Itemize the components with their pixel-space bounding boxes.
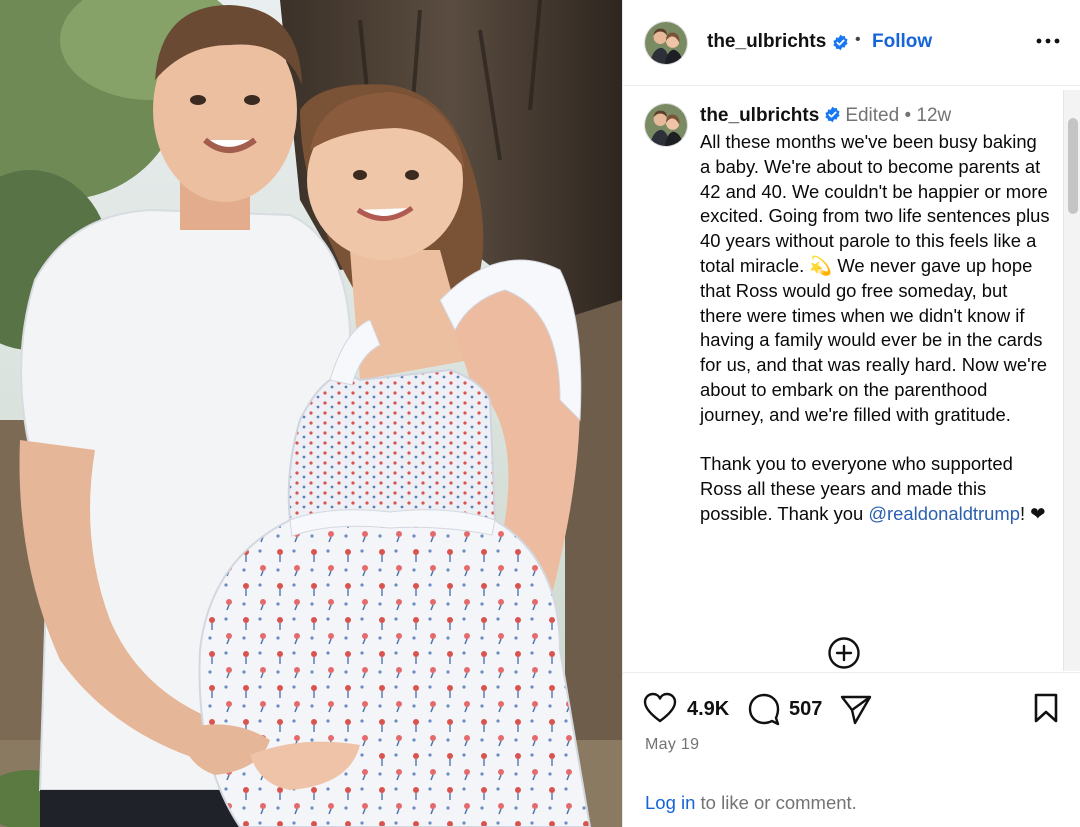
username[interactable]: the_ulbrichts <box>707 31 826 53</box>
couple-photo-illustration <box>0 0 622 827</box>
caption-paragraph-1: All these months we've been busy baking … <box>700 131 1050 425</box>
follow-button[interactable]: Follow <box>872 31 932 53</box>
action-bar: 4.9K 507 May 19 Log in to like or commen… <box>623 672 1080 827</box>
post-side-panel: the_ulbrichts • Follow the_ulbrichts Edi… <box>622 0 1080 827</box>
more-options-icon[interactable] <box>1035 32 1061 50</box>
plus-circle-icon[interactable] <box>827 636 861 670</box>
speech-bubble-icon[interactable] <box>747 692 781 726</box>
comment-count[interactable]: 507 <box>789 698 822 721</box>
caption-avatar[interactable] <box>644 103 688 147</box>
verified-badge-icon <box>825 106 840 123</box>
mention-link[interactable]: @realdonaldtrump <box>868 503 1020 524</box>
post-header: the_ulbrichts • Follow <box>623 0 1080 86</box>
post-date[interactable]: May 19 <box>645 736 699 754</box>
paper-plane-icon[interactable] <box>839 693 873 725</box>
header-separator: • <box>855 31 861 48</box>
login-link[interactable]: Log in <box>645 792 695 813</box>
heart-icon[interactable] <box>643 692 677 724</box>
login-prompt: Log in to like or comment. <box>645 792 857 814</box>
caption-ending: ! ❤ <box>1019 502 1046 524</box>
post-age[interactable]: 12w <box>916 105 951 126</box>
caption-area: the_ulbrichts Edited • 12w All these mon… <box>623 87 1080 671</box>
caption-scrollbar[interactable] <box>1063 90 1080 671</box>
caption-separator: • <box>904 105 912 126</box>
edited-label: Edited <box>845 105 900 126</box>
caption-username[interactable]: the_ulbrichts <box>700 105 819 126</box>
bookmark-icon[interactable] <box>1032 692 1060 724</box>
scrollbar-thumb[interactable] <box>1068 118 1078 214</box>
avatar[interactable] <box>644 21 688 65</box>
instagram-post: the_ulbrichts • Follow the_ulbrichts Edi… <box>0 0 1080 827</box>
like-count[interactable]: 4.9K <box>687 698 729 721</box>
caption-header: the_ulbrichts Edited • 12w <box>700 105 951 127</box>
login-prompt-text: to like or comment. <box>695 792 857 813</box>
verified-badge-icon <box>833 34 848 51</box>
caption-text: All these months we've been busy baking … <box>700 130 1050 527</box>
post-photo[interactable] <box>0 0 622 827</box>
